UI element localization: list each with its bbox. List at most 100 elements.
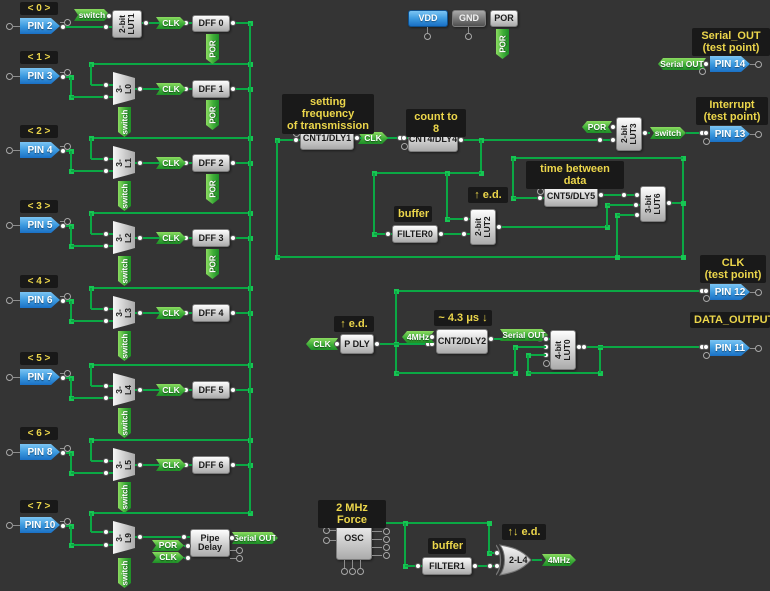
switch-tag[interactable]: switch bbox=[118, 558, 131, 588]
xor-gate-2-l4[interactable]: 2-L4 bbox=[496, 544, 534, 576]
vdd-block[interactable]: VDD bbox=[408, 10, 448, 27]
wire-segment[interactable] bbox=[606, 205, 608, 227]
annotation-clk_tp[interactable]: CLK (test point) bbox=[700, 255, 766, 283]
wire-segment[interactable] bbox=[91, 212, 250, 214]
wire-segment[interactable] bbox=[70, 453, 72, 473]
terminal-open[interactable] bbox=[755, 345, 762, 352]
dff-block-6[interactable]: DFF 6 bbox=[192, 456, 230, 474]
dff-block-0[interactable]: DFF 0 bbox=[192, 15, 230, 32]
pin-block-pin-11[interactable]: PIN 11 bbox=[710, 340, 750, 356]
wire-segment[interactable] bbox=[90, 138, 92, 159]
pin-block-pin-10[interactable]: PIN 10 bbox=[20, 517, 60, 533]
row-index-label[interactable]: < 6 > bbox=[20, 427, 58, 440]
mhz4-tag[interactable]: 4MHz bbox=[542, 554, 576, 566]
wire-segment[interactable] bbox=[91, 439, 250, 441]
row-index-label[interactable]: < 4 > bbox=[20, 275, 58, 288]
terminal-open[interactable] bbox=[357, 568, 364, 575]
wire-segment[interactable] bbox=[91, 385, 113, 387]
terminal-open[interactable] bbox=[383, 552, 390, 559]
switch-tag[interactable]: switch bbox=[74, 9, 110, 21]
pin-block-pin-12[interactable]: PIN 12 bbox=[710, 284, 750, 300]
annotation-serialout_tp[interactable]: Serial_OUT (test point) bbox=[692, 28, 770, 56]
terminal-open[interactable] bbox=[323, 527, 330, 534]
por-tag[interactable]: POR bbox=[206, 174, 219, 204]
por-tag[interactable]: POR bbox=[206, 249, 219, 279]
por-block[interactable]: POR bbox=[490, 10, 518, 27]
terminal-open[interactable] bbox=[401, 143, 408, 150]
wire-segment[interactable] bbox=[91, 63, 250, 65]
clk-tag[interactable]: CLK bbox=[156, 459, 186, 471]
switch-tag[interactable]: switch bbox=[118, 256, 131, 286]
feedback-loop-wire[interactable] bbox=[277, 256, 683, 258]
wire-segment[interactable] bbox=[374, 522, 489, 524]
annotation-ed_up1[interactable]: ↑ e.d. bbox=[334, 316, 374, 332]
clk-tag[interactable]: CLK bbox=[156, 83, 186, 95]
row-index-label[interactable]: < 0 > bbox=[20, 2, 58, 15]
serial-out-tag[interactable]: Serial OUT bbox=[232, 532, 278, 544]
clk-tag[interactable]: CLK bbox=[156, 17, 186, 29]
mux-3-l2[interactable]: 3-L2 bbox=[113, 221, 135, 254]
wire-segment[interactable] bbox=[90, 440, 92, 461]
wire-segment[interactable] bbox=[90, 213, 92, 234]
wire-segment[interactable] bbox=[91, 531, 113, 533]
lut-2bit-lut3[interactable]: 2-bit LUT3 bbox=[616, 117, 642, 151]
pin-block-pin-8[interactable]: PIN 8 bbox=[20, 444, 60, 460]
por-tag[interactable]: POR bbox=[582, 121, 612, 133]
wire-segment[interactable] bbox=[91, 233, 113, 235]
lut-3bit-lut6[interactable]: 3-bit LUT6 bbox=[640, 186, 666, 222]
annotation-tbd[interactable]: time between data bbox=[526, 161, 624, 189]
terminal-open[interactable] bbox=[323, 537, 330, 544]
row-index-label[interactable]: < 2 > bbox=[20, 125, 58, 138]
wire-segment[interactable] bbox=[532, 559, 542, 561]
wire-segment[interactable] bbox=[90, 513, 92, 532]
wire-segment[interactable] bbox=[374, 172, 481, 174]
wire-segment[interactable] bbox=[276, 140, 278, 257]
pin-block-pin-2[interactable]: PIN 2 bbox=[20, 18, 60, 34]
terminal-open[interactable] bbox=[703, 352, 710, 359]
wire-segment[interactable] bbox=[396, 372, 515, 374]
annotation-us43[interactable]: ~ 4.3 μs ↓ bbox=[434, 310, 492, 326]
filter0-block[interactable]: FILTER0 bbox=[392, 225, 438, 243]
por-tag[interactable]: POR bbox=[206, 34, 219, 64]
switch-tag[interactable]: switch bbox=[118, 331, 131, 361]
lut-2bit-lut1[interactable]: 2-bit LUT1 bbox=[112, 10, 142, 38]
wire-segment[interactable] bbox=[91, 137, 250, 139]
mux-3-l4[interactable]: 3-L4 bbox=[113, 373, 135, 406]
wire-segment[interactable] bbox=[515, 346, 546, 348]
filter1-block[interactable]: FILTER1 bbox=[422, 557, 472, 575]
terminal-open[interactable] bbox=[383, 544, 390, 551]
wire-segment[interactable] bbox=[70, 151, 72, 171]
gnd-block[interactable]: GND bbox=[452, 10, 486, 27]
row-index-label[interactable]: < 1 > bbox=[20, 51, 58, 64]
annotation-data_output[interactable]: DATA_OUTPUT bbox=[690, 312, 770, 328]
pin-block-pin-6[interactable]: PIN 6 bbox=[20, 292, 60, 308]
row-index-label[interactable]: < 3 > bbox=[20, 200, 58, 213]
wire-segment[interactable] bbox=[91, 158, 113, 160]
wire-segment[interactable] bbox=[91, 364, 250, 366]
mux-3-l9[interactable]: 3-L9 bbox=[113, 521, 135, 554]
switch-tag[interactable]: switch bbox=[650, 127, 686, 139]
terminal-open[interactable] bbox=[236, 555, 243, 562]
pipe-delay-block[interactable]: Pipe Delay bbox=[190, 529, 230, 557]
terminal-open[interactable] bbox=[703, 295, 710, 302]
wire-segment[interactable] bbox=[446, 173, 448, 219]
wire-segment[interactable] bbox=[404, 523, 406, 566]
annotation-ed_up2[interactable]: ↑ e.d. bbox=[468, 187, 508, 203]
terminal-open[interactable] bbox=[537, 188, 544, 195]
wire-segment[interactable] bbox=[90, 288, 92, 309]
wire-segment[interactable] bbox=[374, 343, 432, 345]
wire-segment[interactable] bbox=[512, 158, 514, 198]
switch-tag[interactable]: switch bbox=[118, 107, 131, 137]
wire-segment[interactable] bbox=[395, 291, 397, 373]
mux-3-l0[interactable]: 3-L0 bbox=[113, 72, 135, 105]
annotation-freq[interactable]: setting frequency of transmission bbox=[282, 94, 374, 134]
wire-segment[interactable] bbox=[91, 460, 113, 462]
wire-segment[interactable] bbox=[91, 512, 250, 514]
wire-segment[interactable] bbox=[91, 308, 113, 310]
annotation-mhzforce[interactable]: 2 MHz Force bbox=[318, 500, 386, 528]
pin-block-pin-13[interactable]: PIN 13 bbox=[710, 126, 750, 142]
terminal-open[interactable] bbox=[543, 360, 550, 367]
serial-out-tag[interactable]: Serial OUT bbox=[658, 58, 706, 70]
terminal-open[interactable] bbox=[699, 68, 706, 75]
por-tag[interactable]: POR bbox=[496, 29, 509, 59]
